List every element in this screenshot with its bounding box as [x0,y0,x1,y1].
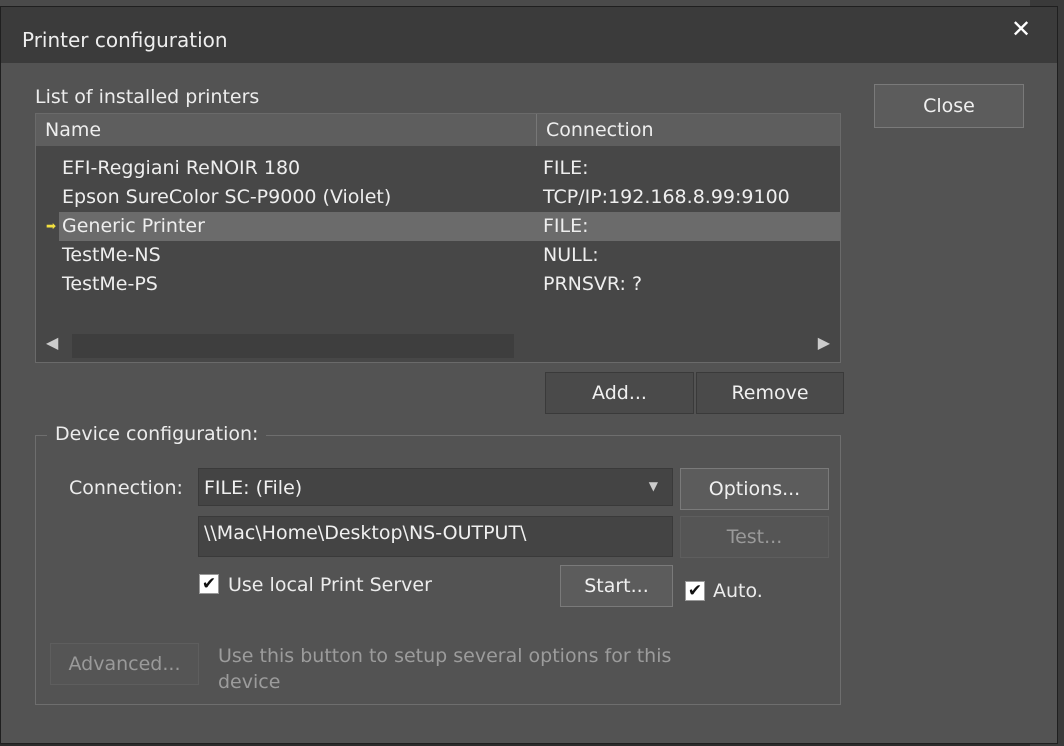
device-configuration-title: Device configuration: [47,423,267,445]
options-button[interactable]: Options... [680,468,829,510]
printer-name: TestMe-PS [62,273,158,295]
list-item[interactable]: TestMe-NS NULL: [36,241,840,270]
connection-select-value: FILE: (File) [204,477,303,499]
titlebar: Printer configuration ✕ [1,7,1057,63]
installed-printers-label: List of installed printers [35,86,260,108]
list-item[interactable]: EFI-Reggiani ReNOIR 180 FILE: [36,154,840,183]
list-item[interactable]: TestMe-PS PRNSVR: ? [36,270,840,299]
printer-name: Generic Printer [62,215,205,237]
column-header-connection-label: Connection [546,119,654,141]
current-arrow-icon: ➡ [46,219,57,233]
output-path-value: \\Mac\Home\Desktop\NS-OUTPUT\ [204,522,527,544]
dialog-title: Printer configuration [22,28,228,52]
advanced-hint-text: Use this button to setup several options… [218,645,672,693]
printer-connection: FILE: [543,215,589,237]
use-local-print-server-checkbox[interactable]: ✔ [199,574,219,594]
list-item[interactable]: Epson SureColor SC-P9000 (Violet) TCP/IP… [36,183,840,212]
column-header-connection[interactable]: Connection [537,114,840,146]
printer-name: EFI-Reggiani ReNOIR 180 [62,157,301,179]
chevron-down-icon: ▼ [648,479,658,493]
printer-connection: FILE: [543,157,589,179]
column-header-name[interactable]: Name [36,114,537,146]
close-button[interactable]: Close [874,84,1024,128]
printer-name: TestMe-NS [62,244,161,266]
list-header: Name Connection [36,114,840,146]
list-item-selected[interactable]: ➡ Generic Printer FILE: [36,212,840,241]
auto-label: Auto. [713,580,763,602]
test-button[interactable]: Test... [680,516,829,558]
output-path-field[interactable]: \\Mac\Home\Desktop\NS-OUTPUT\ [198,516,673,557]
scroll-right-icon[interactable]: ▶ [818,333,830,352]
column-header-name-label: Name [45,119,102,141]
connection-label: Connection: [69,477,183,499]
scrollbar-thumb[interactable] [72,334,514,358]
advanced-button[interactable]: Advanced... [50,643,199,685]
printer-configuration-dialog: Printer configuration ✕ List of installe… [0,6,1058,744]
printers-list[interactable]: Name Connection EFI-Reggiani ReNOIR 180 … [35,113,841,363]
connection-select[interactable]: FILE: (File) ▼ [198,468,673,506]
printer-connection: PRNSVR: ? [543,273,643,295]
auto-checkbox[interactable]: ✔ [685,581,705,601]
horizontal-scrollbar[interactable]: ◀ ▶ [36,328,840,362]
add-button[interactable]: Add... [545,372,694,414]
printer-connection: TCP/IP:192.168.8.99:9100 [543,186,790,208]
remove-button[interactable]: Remove [696,372,844,414]
use-local-print-server-label: Use local Print Server [228,574,432,596]
scroll-left-icon[interactable]: ◀ [46,333,58,352]
printer-connection: NULL: [543,244,599,266]
printer-name: Epson SureColor SC-P9000 (Violet) [62,186,392,208]
start-button[interactable]: Start... [560,565,673,607]
close-icon[interactable]: ✕ [1007,15,1035,43]
